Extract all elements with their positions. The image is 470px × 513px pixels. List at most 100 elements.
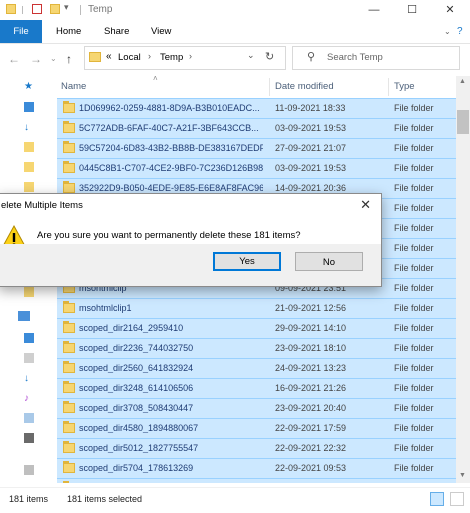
recent-locations-icon[interactable]: ⌄ (50, 54, 57, 63)
file-row[interactable]: scoped_dir4580_1894880067 22-09-2021 17:5… (57, 418, 456, 438)
maximize-button[interactable]: ☐ (392, 0, 432, 20)
search-box[interactable]: ⚲ Search Temp (292, 46, 460, 70)
folder-icon[interactable] (24, 142, 34, 152)
file-name: scoped_dir4580_1894880067 (79, 423, 199, 433)
customize-toolbar-icon[interactable]: ▾ (64, 2, 69, 13)
folder-icon (63, 461, 75, 473)
status-bar: 181 items 181 items selected (0, 487, 470, 513)
quick-access-icon[interactable]: ★ (24, 81, 33, 92)
file-date: 14-09-2021 20:36 (275, 183, 347, 193)
file-name: scoped_dir2560_641832924 (79, 363, 194, 373)
address-bar[interactable]: « Local › Temp › ⌄ ↻ (84, 46, 286, 70)
dialog-close-button[interactable]: ✕ (360, 197, 371, 213)
file-type: File folder (394, 183, 434, 193)
file-type: File folder (394, 303, 434, 313)
column-divider[interactable] (269, 78, 270, 96)
file-name: scoped_dir5012_1827755547 (79, 443, 199, 453)
selected-count: 181 items selected (67, 494, 143, 504)
column-name[interactable]: Name (61, 81, 86, 92)
file-row[interactable]: scoped_dir3248_614106506 16-09-2021 21:26… (57, 378, 456, 398)
file-row[interactable]: scoped_dir5704_178613269 22-09-2021 09:53… (57, 458, 456, 478)
help-icon[interactable]: ? (457, 20, 463, 43)
file-row[interactable]: msohtmlclip1 21-09-2021 12:56 File folder (57, 298, 456, 318)
pictures-icon[interactable] (24, 413, 34, 423)
file-type: File folder (394, 283, 434, 293)
breadcrumb-overflow[interactable]: « (106, 51, 112, 62)
tab-home[interactable]: Home (56, 20, 81, 43)
folder-icon (63, 361, 75, 373)
column-type[interactable]: Type (394, 81, 415, 92)
desktop-icon[interactable] (24, 102, 34, 112)
folder-icon[interactable] (24, 287, 34, 297)
file-name: scoped_dir3708_508430447 (79, 403, 194, 413)
close-button[interactable]: ✕ (430, 0, 470, 20)
large-icons-view-icon[interactable] (450, 492, 464, 506)
delete-confirm-dialog: elete Multiple Items ✕ Are you sure you … (0, 193, 382, 287)
yes-button[interactable]: Yes (213, 252, 281, 271)
separator (22, 6, 23, 14)
file-row[interactable]: 5C772ADB-6FAF-40C7-A21F-3BF643CCB... 03-0… (57, 118, 456, 138)
scroll-down-icon[interactable]: ▼ (459, 472, 466, 479)
refresh-icon[interactable]: ↻ (265, 50, 274, 63)
file-type: File folder (394, 143, 434, 153)
address-dropdown-icon[interactable]: ⌄ (247, 50, 255, 61)
details-view-icon[interactable] (430, 492, 444, 506)
breadcrumb-temp[interactable]: Temp (160, 52, 183, 63)
up-icon[interactable]: ↑ (66, 52, 72, 66)
file-date: 16-09-2021 21:26 (275, 383, 347, 393)
scrollbar-thumb[interactable] (457, 110, 469, 134)
folder-icon (63, 381, 75, 393)
file-row[interactable]: scoped_dir5752_107963728927-09-2021 19:5… (57, 478, 456, 483)
folder-icon[interactable] (24, 182, 34, 192)
this-pc-icon[interactable] (18, 311, 30, 321)
scroll-up-icon[interactable]: ▲ (459, 78, 466, 85)
tab-share[interactable]: Share (104, 20, 129, 43)
downloads-icon[interactable]: ↓ (24, 373, 29, 384)
file-name: scoped_dir3248_614106506 (79, 383, 194, 393)
downloads-icon[interactable]: ↓ (24, 122, 29, 133)
file-row[interactable]: scoped_dir2164_2959410 29-09-2021 14:10 Fi… (57, 318, 456, 338)
no-button[interactable]: No (295, 252, 363, 271)
new-folder-icon[interactable] (50, 4, 60, 14)
file-row[interactable]: 0445C8B1-C707-4CE2-9BF0-7C236D126B98 03-0… (57, 158, 456, 178)
column-divider[interactable] (388, 78, 389, 96)
file-name: 59C57204-6D83-43B2-BB8B-DE383167DEDF (79, 143, 263, 153)
vertical-scrollbar[interactable]: ▲ ▼ (456, 76, 470, 483)
videos-icon[interactable] (24, 433, 34, 443)
forward-icon[interactable]: → (30, 52, 42, 66)
properties-icon[interactable] (32, 4, 42, 14)
desktop-icon[interactable] (24, 333, 34, 343)
back-icon[interactable]: ← (8, 52, 20, 66)
local-disk-icon[interactable] (24, 465, 34, 475)
minimize-button[interactable]: — (354, 0, 394, 20)
file-type: File folder (394, 203, 434, 213)
file-row[interactable]: scoped_dir2236_744032750 23-09-2021 18:10… (57, 338, 456, 358)
file-name: 5C772ADB-6FAF-40C7-A21F-3BF643CCB... (79, 123, 259, 133)
tab-view[interactable]: View (151, 20, 171, 43)
search-input[interactable]: Search Temp (327, 52, 383, 63)
file-row[interactable]: scoped_dir5012_1827755547 22-09-2021 22:3… (57, 438, 456, 458)
title-bar: ▾ Temp — ☐ ✕ (0, 0, 470, 20)
column-date-modified[interactable]: Date modified (275, 81, 334, 92)
folder-icon (63, 161, 75, 173)
folder-icon[interactable] (24, 162, 34, 172)
folder-icon (63, 121, 75, 133)
breadcrumb-local[interactable]: Local (118, 52, 141, 63)
folder-icon (63, 421, 75, 433)
music-icon[interactable]: ♪ (24, 393, 29, 404)
file-type: File folder (394, 383, 434, 393)
file-date: 29-09-2021 14:10 (275, 323, 347, 333)
file-date: 22-09-2021 17:59 (275, 423, 347, 433)
tab-file[interactable]: File (0, 20, 42, 43)
expand-ribbon-icon[interactable]: ⌄ (444, 20, 451, 43)
dialog-title: elete Multiple Items (1, 200, 83, 211)
file-row[interactable]: scoped_dir2560_641832924 24-09-2021 13:23… (57, 358, 456, 378)
file-name: scoped_dir2236_744032750 (79, 343, 194, 353)
search-icon: ⚲ (307, 51, 316, 63)
file-row[interactable]: 59C57204-6D83-43B2-BB8B-DE383167DEDF 27-0… (57, 138, 456, 158)
file-date: 23-09-2021 18:10 (275, 343, 347, 353)
documents-icon[interactable] (24, 353, 34, 363)
file-row[interactable]: scoped_dir3708_508430447 23-09-2021 20:40… (57, 398, 456, 418)
file-row[interactable]: 1D069962-0259-4881-8D9A-B3B010EADC... 11-… (57, 98, 456, 118)
file-type: File folder (394, 103, 434, 113)
